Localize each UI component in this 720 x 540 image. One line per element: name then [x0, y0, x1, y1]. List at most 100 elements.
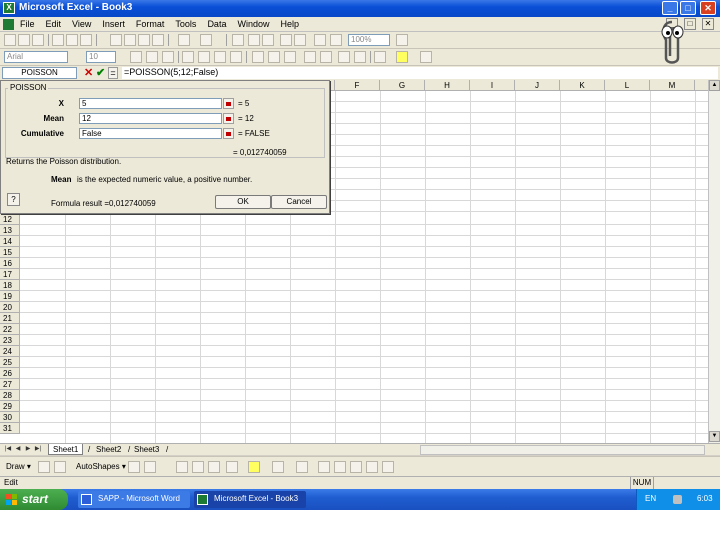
row-header[interactable]: 28: [0, 390, 20, 401]
fill-color-icon[interactable]: [396, 51, 408, 63]
dash-style-icon[interactable]: [334, 461, 346, 473]
line-icon[interactable]: [128, 461, 140, 473]
print-icon[interactable]: [52, 34, 64, 46]
row-header[interactable]: 20: [0, 302, 20, 313]
close-button[interactable]: ✕: [700, 1, 716, 15]
cancel-icon[interactable]: ✕: [84, 66, 93, 79]
taskbar-excel-button[interactable]: Microsoft Excel - Book3: [194, 491, 306, 508]
taskbar-word-button[interactable]: SAPP - Microsoft Word: [78, 491, 190, 508]
row-header[interactable]: 18: [0, 280, 20, 291]
textbox-icon[interactable]: [192, 461, 204, 473]
font-color-icon[interactable]: [296, 461, 308, 473]
save-icon[interactable]: [32, 34, 44, 46]
sort-ascending-icon[interactable]: [280, 34, 292, 46]
font-color-icon[interactable]: [420, 51, 432, 63]
row-header[interactable]: 26: [0, 368, 20, 379]
formula-input[interactable]: =POISSON(5;12;False): [122, 67, 718, 79]
sheet-tab-1[interactable]: Sheet1: [48, 444, 84, 455]
arg-input-x[interactable]: 5: [79, 98, 222, 109]
minimize-button[interactable]: _: [662, 1, 678, 15]
language-indicator[interactable]: EN: [645, 489, 656, 509]
paste-icon[interactable]: [138, 34, 150, 46]
doc-close-button[interactable]: ✕: [702, 18, 714, 30]
cut-icon[interactable]: [110, 34, 122, 46]
column-header[interactable]: G: [380, 80, 425, 91]
draw-menu[interactable]: Draw ▾: [6, 462, 31, 471]
font-size-combo[interactable]: 10: [86, 51, 116, 63]
align-left-icon[interactable]: [182, 51, 194, 63]
open-icon[interactable]: [18, 34, 30, 46]
horizontal-scrollbar[interactable]: [420, 445, 705, 455]
name-box[interactable]: POISSON: [2, 67, 77, 79]
format-painter-icon[interactable]: [152, 34, 164, 46]
menu-window[interactable]: Window: [237, 19, 269, 29]
line-style-icon[interactable]: [318, 461, 330, 473]
arrow-icon[interactable]: [144, 461, 156, 473]
last-sheet-icon[interactable]: ▶|: [34, 445, 42, 454]
column-header[interactable]: K: [560, 80, 605, 91]
merge-center-icon[interactable]: [230, 51, 242, 63]
autoshapes-menu[interactable]: AutoShapes ▾: [76, 462, 126, 471]
column-header[interactable]: I: [470, 80, 515, 91]
menu-insert[interactable]: Insert: [102, 19, 125, 29]
menu-tools[interactable]: Tools: [175, 19, 196, 29]
increase-indent-icon[interactable]: [354, 51, 366, 63]
drawing-icon[interactable]: [330, 34, 342, 46]
collapse-dialog-icon[interactable]: [223, 113, 234, 124]
menu-view[interactable]: View: [72, 19, 91, 29]
menu-edit[interactable]: Edit: [46, 19, 62, 29]
sheet-tab-2[interactable]: Sheet2: [92, 444, 125, 455]
column-header[interactable]: H: [425, 80, 470, 91]
row-header[interactable]: 25: [0, 357, 20, 368]
help-icon[interactable]: [396, 34, 408, 46]
decrease-indent-icon[interactable]: [338, 51, 350, 63]
first-sheet-icon[interactable]: |◀: [4, 445, 12, 454]
column-header[interactable]: N: [695, 80, 708, 91]
row-header[interactable]: 30: [0, 412, 20, 423]
borders-icon[interactable]: [374, 51, 386, 63]
copy-icon[interactable]: [124, 34, 136, 46]
arrow-style-icon[interactable]: [350, 461, 362, 473]
column-header[interactable]: L: [605, 80, 650, 91]
menu-file[interactable]: File: [20, 19, 35, 29]
collapse-dialog-icon[interactable]: [223, 128, 234, 139]
row-header[interactable]: 14: [0, 236, 20, 247]
office-assistant-icon[interactable]: [652, 18, 692, 66]
row-header[interactable]: 17: [0, 269, 20, 280]
row-header[interactable]: 16: [0, 258, 20, 269]
workbook-icon[interactable]: [3, 19, 14, 30]
row-header[interactable]: 13: [0, 225, 20, 236]
row-header[interactable]: 12: [0, 214, 20, 225]
shadow-icon[interactable]: [366, 461, 378, 473]
row-header[interactable]: 24: [0, 346, 20, 357]
percent-icon[interactable]: [268, 51, 280, 63]
tray-icon[interactable]: [673, 495, 682, 504]
row-header[interactable]: 27: [0, 379, 20, 390]
row-header[interactable]: 29: [0, 401, 20, 412]
scroll-down-icon[interactable]: ▼: [709, 431, 720, 442]
start-button[interactable]: start: [0, 489, 68, 510]
chart-wizard-icon[interactable]: [314, 34, 326, 46]
vertical-scrollbar[interactable]: ▲ ▼: [708, 80, 720, 443]
excel-app-icon[interactable]: X: [3, 2, 15, 14]
autosum-icon[interactable]: [248, 34, 260, 46]
decrease-decimal-icon[interactable]: [320, 51, 332, 63]
zoom-combo[interactable]: 100%: [348, 34, 390, 46]
next-sheet-icon[interactable]: ▶: [24, 445, 32, 454]
italic-icon[interactable]: [146, 51, 158, 63]
scroll-up-icon[interactable]: ▲: [709, 80, 720, 91]
clipart-icon[interactable]: [226, 461, 238, 473]
row-header[interactable]: 31: [0, 423, 20, 434]
column-header[interactable]: M: [650, 80, 695, 91]
arg-input-mean[interactable]: 12: [79, 113, 222, 124]
collapse-dialog-icon[interactable]: [223, 98, 234, 109]
3d-icon[interactable]: [382, 461, 394, 473]
select-objects-icon[interactable]: [38, 461, 50, 473]
row-header[interactable]: 15: [0, 247, 20, 258]
bold-icon[interactable]: [130, 51, 142, 63]
align-center-icon[interactable]: [198, 51, 210, 63]
dialog-help-icon[interactable]: ?: [7, 193, 20, 206]
ok-button[interactable]: OK: [215, 195, 271, 209]
free-rotate-icon[interactable]: [54, 461, 66, 473]
row-header[interactable]: 19: [0, 291, 20, 302]
